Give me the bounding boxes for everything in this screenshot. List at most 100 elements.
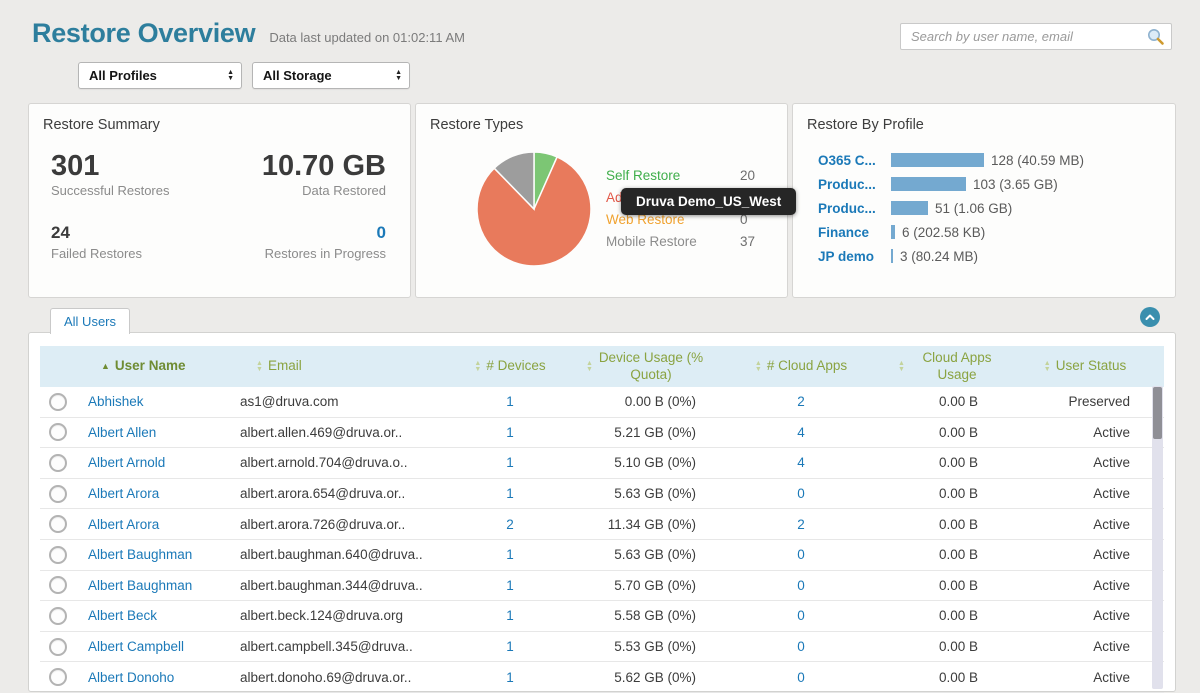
column-header-devices[interactable]: ▲▼ # Devices: [436, 355, 584, 377]
user-name-link[interactable]: Albert Allen: [88, 425, 240, 440]
search-box[interactable]: [900, 23, 1172, 50]
pie-legend-label: Mobile Restore: [606, 234, 740, 249]
successful-restores-stat: 301 Successful Restores: [51, 151, 170, 198]
row-radio-button[interactable]: [49, 423, 67, 441]
user-status-value: Active: [1006, 486, 1164, 501]
column-header-cloud-apps-usage[interactable]: ▲▼ Cloud Apps Usage: [896, 347, 1006, 385]
device-count-link[interactable]: 1: [436, 486, 584, 501]
user-name-link[interactable]: Albert Arnold: [88, 455, 240, 470]
device-count-link[interactable]: 1: [436, 639, 584, 654]
cloud-apps-usage-value: 0.00 B: [896, 608, 1006, 623]
restore-by-profile-card: Restore By Profile O365 C... 128 (40.59 …: [792, 103, 1176, 298]
device-usage-value: 5.62 GB (0%): [584, 670, 706, 685]
column-header-user-status[interactable]: ▲▼ User Status: [1006, 355, 1164, 377]
table-row: Albert Beck albert.beck.124@druva.org 1 …: [40, 601, 1164, 632]
user-email: albert.allen.469@druva.or..: [240, 425, 436, 440]
tab-all-users[interactable]: All Users: [50, 308, 130, 334]
device-count-link[interactable]: 1: [436, 394, 584, 409]
cloud-apps-count-link[interactable]: 0: [706, 486, 896, 501]
row-radio-button[interactable]: [49, 454, 67, 472]
row-radio-button[interactable]: [49, 607, 67, 625]
search-icon[interactable]: [1146, 27, 1165, 46]
profile-name-link[interactable]: O365 C...: [818, 153, 891, 168]
profile-bar-value: 103 (3.65 GB): [973, 177, 1058, 192]
device-count-link[interactable]: 1: [436, 455, 584, 470]
cloud-apps-count-link[interactable]: 4: [706, 425, 896, 440]
row-radio-button[interactable]: [49, 638, 67, 656]
device-count-link[interactable]: 2: [436, 517, 584, 532]
user-email: albert.arnold.704@druva.o..: [240, 455, 436, 470]
data-restored-value: 10.70 GB: [262, 151, 386, 181]
cloud-apps-usage-value: 0.00 B: [896, 455, 1006, 470]
device-count-link[interactable]: 1: [436, 578, 584, 593]
device-usage-value: 5.58 GB (0%): [584, 608, 706, 623]
cloud-apps-usage-value: 0.00 B: [896, 517, 1006, 532]
storage-filter-dropdown[interactable]: All Storage ▲▼: [252, 62, 410, 89]
cloud-apps-count-link[interactable]: 0: [706, 608, 896, 623]
successful-restores-value: 301: [51, 151, 170, 181]
profiles-filter-dropdown[interactable]: All Profiles ▲▼: [78, 62, 242, 89]
failed-restores-value: 24: [51, 223, 142, 243]
user-name-link[interactable]: Albert Baughman: [88, 547, 240, 562]
collapse-panel-button[interactable]: [1140, 307, 1160, 327]
column-header-cloud-apps[interactable]: ▲▼ # Cloud Apps: [706, 355, 896, 377]
profile-name-link[interactable]: Produc...: [818, 201, 891, 216]
device-usage-value: 5.63 GB (0%): [584, 547, 706, 562]
scrollbar-thumb[interactable]: [1153, 387, 1162, 439]
cloud-apps-count-link[interactable]: 0: [706, 547, 896, 562]
cloud-apps-count-link[interactable]: 2: [706, 517, 896, 532]
restores-in-progress-label: Restores in Progress: [265, 246, 386, 261]
row-radio-button[interactable]: [49, 546, 67, 564]
cloud-apps-count-link[interactable]: 0: [706, 639, 896, 654]
row-radio-button[interactable]: [49, 515, 67, 533]
user-status-value: Active: [1006, 455, 1164, 470]
row-radio-button[interactable]: [49, 576, 67, 594]
cloud-apps-count-link[interactable]: 0: [706, 578, 896, 593]
pie-legend-label: Self Restore: [606, 168, 740, 183]
cloud-apps-usage-value: 0.00 B: [896, 486, 1006, 501]
profile-bar: [891, 225, 895, 239]
column-header-email[interactable]: ▲▼ Email: [240, 355, 436, 377]
cloud-apps-count-link[interactable]: 4: [706, 455, 896, 470]
row-radio-button[interactable]: [49, 668, 67, 686]
profile-name-link[interactable]: JP demo: [818, 249, 891, 264]
filter-bar: All Profiles ▲▼ All Storage ▲▼: [78, 62, 410, 89]
column-header-device-usage[interactable]: ▲▼ Device Usage (% Quota): [584, 347, 706, 385]
cloud-apps-count-link[interactable]: 2: [706, 394, 896, 409]
row-radio-button[interactable]: [49, 485, 67, 503]
device-count-link[interactable]: 1: [436, 425, 584, 440]
dropdown-arrows-icon: ▲▼: [395, 70, 402, 82]
profile-bar-row: Produc... 51 (1.06 GB): [818, 196, 1167, 220]
device-usage-value: 0.00 B (0%): [584, 394, 706, 409]
restore-summary-card: Restore Summary 301 Successful Restores …: [28, 103, 411, 298]
device-count-link[interactable]: 1: [436, 547, 584, 562]
row-radio-button[interactable]: [49, 393, 67, 411]
restore-types-card: Restore Types Self Restore 20 Admin Rest…: [415, 103, 788, 298]
profile-name-link[interactable]: Produc...: [818, 177, 891, 192]
restores-in-progress-value[interactable]: 0: [265, 223, 386, 243]
user-name-link[interactable]: Albert Campbell: [88, 639, 240, 654]
cloud-apps-usage-value: 0.00 B: [896, 425, 1006, 440]
table-header-row: ▲ User Name ▲▼ Email ▲▼ # Devices ▲▼ Dev…: [40, 346, 1164, 387]
restore-types-pie-chart[interactable]: [474, 149, 594, 269]
device-count-link[interactable]: 1: [436, 608, 584, 623]
column-header-user-name[interactable]: ▲ User Name: [88, 355, 240, 377]
profile-bar-row: Produc... 103 (3.65 GB): [818, 172, 1167, 196]
cloud-apps-count-link[interactable]: 0: [706, 670, 896, 685]
profile-bar-value: 51 (1.06 GB): [935, 201, 1012, 216]
failed-restores-label: Failed Restores: [51, 246, 142, 261]
user-name-link[interactable]: Albert Arora: [88, 486, 240, 501]
table-row: Albert Campbell albert.campbell.345@druv…: [40, 632, 1164, 663]
user-name-link[interactable]: Albert Beck: [88, 608, 240, 623]
device-count-link[interactable]: 1: [436, 670, 584, 685]
table-scrollbar[interactable]: [1152, 386, 1163, 689]
profile-name-link[interactable]: Finance: [818, 225, 891, 240]
user-name-link[interactable]: Albert Donoho: [88, 670, 240, 685]
user-name-link[interactable]: Albert Baughman: [88, 578, 240, 593]
table-row: Albert Arnold albert.arnold.704@druva.o.…: [40, 448, 1164, 479]
user-status-value: Active: [1006, 639, 1164, 654]
user-name-link[interactable]: Albert Arora: [88, 517, 240, 532]
device-usage-value: 5.53 GB (0%): [584, 639, 706, 654]
search-input[interactable]: [901, 29, 1146, 44]
user-name-link[interactable]: Abhishek: [88, 394, 240, 409]
